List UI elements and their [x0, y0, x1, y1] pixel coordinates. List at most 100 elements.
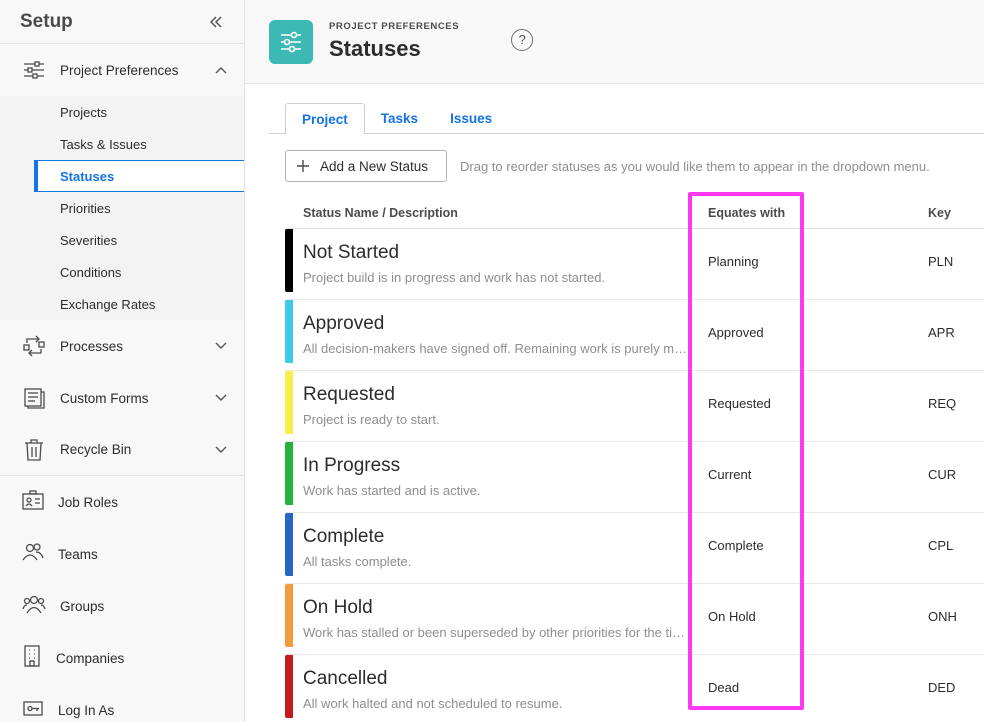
status-key: ONH	[928, 609, 957, 624]
status-name: Complete	[303, 526, 385, 547]
sidebar-item-priorities[interactable]: Priorities	[0, 192, 244, 224]
sidebar-item-projects[interactable]: Projects	[0, 96, 244, 128]
sidebar-item-groups[interactable]: Groups	[0, 580, 244, 632]
sidebar-item-severities[interactable]: Severities	[0, 224, 244, 256]
status-description: All work halted and not scheduled to res…	[303, 696, 563, 711]
add-status-label: Add a New Status	[320, 158, 429, 174]
sidebar-item-log-in-as[interactable]: Log In As	[0, 684, 244, 722]
column-header-equates[interactable]: Equates with	[708, 206, 785, 220]
sidebar-item-statuses[interactable]: Statuses	[34, 160, 244, 192]
status-color-swatch	[285, 584, 293, 647]
status-equates: Requested	[708, 396, 771, 411]
sidebar-item-teams[interactable]: Teams	[0, 528, 244, 580]
sidebar-header: Setup	[0, 0, 244, 44]
tab-tasks[interactable]: Tasks	[365, 103, 434, 134]
tab-issues[interactable]: Issues	[434, 103, 508, 134]
chevron-down-icon	[214, 443, 228, 457]
sidebar-group-project-preferences[interactable]: Project Preferences	[0, 44, 244, 96]
status-name: Approved	[303, 313, 385, 334]
page-titles: PROJECT PREFERENCES Statuses	[329, 21, 459, 62]
setup-sidebar: Setup Project Preferences Projects Tasks…	[0, 0, 245, 722]
sidebar-item-exchange-rates[interactable]: Exchange Rates	[0, 288, 244, 320]
tab-project[interactable]: Project	[285, 103, 365, 135]
status-description: Project is ready to start.	[303, 412, 440, 427]
sidebar-item-tasks-issues[interactable]: Tasks & Issues	[0, 128, 244, 160]
column-header-key[interactable]: Key	[928, 206, 951, 220]
help-icon[interactable]: ?	[511, 28, 534, 51]
status-key: PLN	[928, 254, 954, 269]
chevron-up-icon	[214, 63, 228, 77]
sidebar-group-custom-forms[interactable]: Custom Forms	[0, 372, 244, 424]
sidebar-item-label: Teams	[58, 546, 98, 562]
status-equates: Current	[708, 467, 752, 482]
table-row[interactable]: Requested Project is ready to start. Req…	[285, 371, 984, 442]
sidebar-item-label: Companies	[56, 650, 125, 666]
collapse-sidebar-icon[interactable]	[206, 12, 226, 32]
status-name: Not Started	[303, 242, 400, 263]
status-color-swatch	[285, 371, 293, 434]
table-row[interactable]: In Progress Work has started and is acti…	[285, 442, 984, 513]
page-eyebrow: PROJECT PREFERENCES	[329, 21, 460, 32]
sidebar-group-label: Processes	[60, 338, 124, 354]
sidebar-group-label: Custom Forms	[60, 390, 149, 406]
reorder-hint: Drag to reorder statuses as you would li…	[460, 159, 930, 174]
status-color-swatch	[285, 513, 293, 576]
status-color-swatch	[285, 229, 293, 292]
status-description: All decision-makers have signed off. Rem…	[303, 341, 688, 356]
status-description: Work has stalled or been superseded by o…	[303, 625, 688, 640]
status-key: CUR	[928, 467, 957, 482]
column-header-name[interactable]: Status Name / Description	[303, 206, 458, 220]
sidebar-group-recycle-bin[interactable]: Recycle Bin	[0, 424, 244, 476]
plus-icon	[296, 159, 310, 173]
processes-icon	[22, 334, 46, 358]
status-name: On Hold	[303, 597, 373, 618]
page-title: Statuses	[329, 36, 421, 61]
add-status-button[interactable]: Add a New Status	[285, 150, 448, 182]
status-name: Requested	[303, 384, 395, 405]
sidebar-group-label: Project Preferences	[60, 62, 179, 78]
status-equates: Planning	[708, 254, 759, 269]
sidebar-group-processes[interactable]: Processes	[0, 320, 244, 372]
status-color-swatch	[285, 300, 293, 363]
chevron-down-icon	[214, 339, 228, 353]
status-equates: Dead	[708, 680, 740, 695]
sidebar-item-conditions[interactable]: Conditions	[0, 256, 244, 288]
sidebar-item-label: Log In As	[58, 702, 115, 718]
status-equates: Complete	[708, 538, 764, 553]
table-row[interactable]: Approved All decision-makers have signed…	[285, 300, 984, 371]
form-icon	[22, 386, 46, 410]
table-row[interactable]: On Hold Work has stalled or been superse…	[285, 584, 984, 655]
status-description: Work has started and is active.	[303, 483, 481, 498]
table-row[interactable]: Not Started Project build is in progress…	[285, 229, 984, 300]
status-equates: On Hold	[708, 609, 756, 624]
building-icon	[22, 644, 42, 672]
sidebar-group-label: Recycle Bin	[60, 442, 132, 457]
teams-icon	[22, 541, 44, 568]
sidebar-item-label: Groups	[60, 598, 105, 614]
status-table: Not Started Project build is in progress…	[285, 229, 984, 722]
sliders-icon	[22, 58, 46, 82]
sidebar-title: Setup	[20, 10, 73, 32]
status-color-swatch	[285, 442, 293, 505]
trash-icon	[22, 438, 46, 462]
sidebar-item-job-roles[interactable]: Job Roles	[0, 476, 244, 528]
table-row[interactable]: Complete All tasks complete. Complete CP…	[285, 513, 984, 584]
job-roles-icon	[22, 489, 44, 516]
status-name: Cancelled	[303, 668, 388, 689]
page-header: PROJECT PREFERENCES Statuses ?	[245, 0, 984, 84]
status-key: REQ	[928, 396, 957, 411]
status-description: All tasks complete.	[303, 554, 412, 569]
status-description: Project build is in progress and work ha…	[303, 270, 606, 285]
preferences-app-icon	[269, 19, 313, 64]
status-equates: Approved	[708, 325, 764, 340]
status-key: CPL	[928, 538, 954, 553]
status-key: APR	[928, 325, 955, 340]
main-content: PROJECT PREFERENCES Statuses ? Project T…	[245, 0, 984, 722]
groups-icon	[22, 593, 46, 620]
table-row[interactable]: Cancelled All work halted and not schedu…	[285, 655, 984, 722]
sidebar-item-label: Job Roles	[58, 494, 119, 510]
chevron-down-icon	[214, 391, 228, 405]
key-icon	[22, 697, 44, 722]
sidebar-item-companies[interactable]: Companies	[0, 632, 244, 684]
status-color-swatch	[285, 655, 293, 718]
